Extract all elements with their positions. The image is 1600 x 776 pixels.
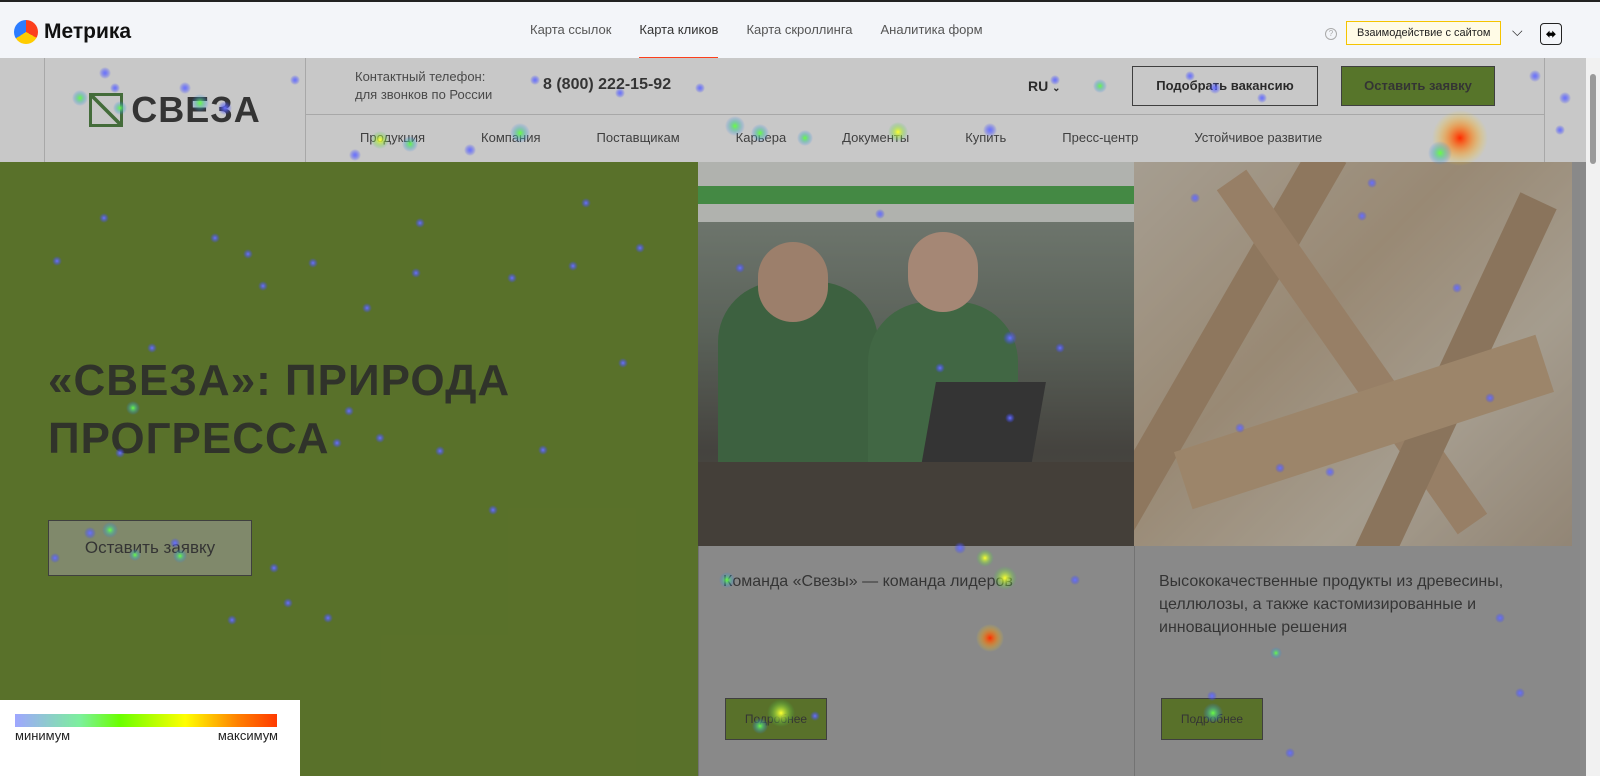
header-request-button[interactable]: Оставить заявку: [1341, 66, 1495, 106]
contact-line-1: Контактный телефон:: [355, 69, 486, 84]
app-name: Метрика: [44, 20, 132, 43]
nav-item-suppliers[interactable]: Поставщикам: [597, 130, 680, 145]
photo-face-left: [758, 242, 828, 322]
site-right-edge: [1572, 162, 1586, 776]
nav-item-buy[interactable]: Купить: [965, 130, 1006, 145]
card-team: Команда «Свезы» — команда лидеров Подроб…: [698, 546, 1135, 776]
site-logo[interactable]: СВЕЗА: [44, 58, 306, 162]
scrollbar[interactable]: [1586, 58, 1600, 776]
vacancy-button[interactable]: Подобрать вакансию: [1132, 66, 1318, 106]
chevron-down-icon: ⌄: [1052, 83, 1061, 94]
legend-min-label: минимум: [15, 728, 71, 743]
hero-request-button[interactable]: Оставить заявку: [48, 520, 252, 576]
tab-form-analytics[interactable]: Аналитика форм: [881, 2, 983, 58]
nav-item-company[interactable]: Компания: [481, 130, 541, 145]
site-header: СВЕЗА Контактный телефон: для звонков по…: [0, 58, 1586, 163]
hero-title: «СВЕЗА»: ПРИРОДА ПРОГРЕССА: [48, 356, 511, 463]
legend-gradient: [15, 714, 277, 727]
legend-max-label: максимум: [217, 728, 278, 743]
plywood-photo: [1134, 162, 1572, 546]
site-interaction-button[interactable]: Взаимодействие с сайтом: [1346, 21, 1502, 45]
hero-section: «СВЕЗА»: ПРИРОДА ПРОГРЕССА Оставить заяв…: [0, 162, 698, 776]
phone-link[interactable]: 8 (800) 222-15-92: [543, 76, 671, 94]
nav-item-sustainability[interactable]: Устойчивое развитие: [1194, 130, 1322, 145]
metrika-topbar: Метрика Карта ссылок Карта кликов Карта …: [0, 0, 1600, 59]
contact-info: Контактный телефон: для звонков по Росси…: [355, 68, 492, 104]
site-frame: СВЕЗА Контактный телефон: для звонков по…: [0, 58, 1586, 776]
header-right-divider: [1544, 58, 1545, 162]
site-logo-text: СВЕЗА: [131, 89, 261, 130]
photo-green-stripe: [698, 186, 1134, 204]
tab-click-map[interactable]: Карта кликов: [639, 2, 719, 59]
report-tabs: Карта ссылок Карта кликов Карта скроллин…: [530, 2, 983, 59]
photo-table: [698, 462, 1134, 546]
language-label: RU: [1028, 78, 1049, 94]
language-selector[interactable]: RU ⌄: [1028, 78, 1061, 94]
metrika-logo[interactable]: Метрика: [14, 20, 131, 44]
metrika-logo-icon: [14, 20, 38, 44]
chevron-down-icon[interactable]: ⌵: [1512, 23, 1523, 40]
swap-icon[interactable]: ⬌: [1540, 23, 1562, 45]
nav-item-documents[interactable]: Документы: [842, 130, 909, 145]
header-divider: [306, 114, 1544, 115]
contact-line-2: для звонков по России: [355, 87, 493, 102]
tab-scroll-map[interactable]: Карта скроллинга: [746, 2, 852, 58]
nav-item-products[interactable]: Продукция: [360, 130, 425, 145]
card-products: Высококачественные продукты из древесины…: [1134, 546, 1573, 776]
photo-face-right: [908, 232, 978, 312]
card-products-title: Высококачественные продукты из древесины…: [1159, 573, 1504, 636]
team-photo: [698, 162, 1134, 546]
sveza-logo-icon: [89, 93, 124, 127]
scrollbar-thumb[interactable]: [1590, 74, 1596, 164]
tab-link-map[interactable]: Карта ссылок: [530, 2, 611, 58]
card-products-more-button[interactable]: Подробнее: [1161, 698, 1263, 740]
photo-laptop: [920, 382, 1046, 472]
nav-item-career[interactable]: Карьера: [736, 130, 787, 145]
site-nav: Продукция Компания Поставщикам Карьера Д…: [360, 130, 1378, 145]
help-icon[interactable]: ?: [1325, 28, 1337, 40]
heatmap-legend: минимум максимум: [0, 700, 300, 776]
nav-item-press[interactable]: Пресс-центр: [1062, 130, 1138, 145]
card-team-title: Команда «Свезы» — команда лидеров: [723, 573, 1013, 590]
card-team-more-button[interactable]: Подробнее: [725, 698, 827, 740]
